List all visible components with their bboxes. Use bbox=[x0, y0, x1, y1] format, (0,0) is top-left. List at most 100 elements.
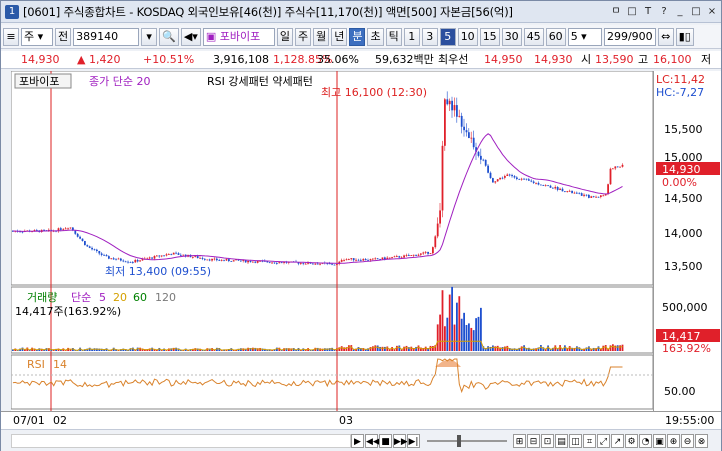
candle-body bbox=[199, 257, 201, 259]
candle-body bbox=[391, 257, 393, 258]
text-icon[interactable]: T bbox=[641, 4, 655, 19]
window-title: [0601] 주식종합차트 - KOSDAQ 외국인보유[46(천)] 주식수[… bbox=[23, 4, 513, 19]
candle-body bbox=[520, 178, 523, 180]
horizontal-scrollbar[interactable] bbox=[11, 433, 351, 448]
help-icon[interactable]: ? bbox=[657, 4, 671, 19]
candle-body bbox=[220, 259, 223, 261]
candle-body bbox=[420, 253, 422, 255]
period-minute[interactable]: 분 bbox=[349, 27, 366, 46]
tool-icon-12[interactable]: ⊕ bbox=[667, 433, 680, 448]
zoom-icon[interactable]: ⇔ bbox=[657, 27, 674, 46]
code-dropdown-icon[interactable]: ▾ bbox=[141, 27, 158, 46]
interval-45[interactable]: 45 bbox=[523, 27, 544, 46]
tool-icon-3[interactable]: ⊡ bbox=[541, 433, 554, 448]
price-panel-tab-label[interactable]: 포바이포 bbox=[19, 75, 59, 88]
candle-body bbox=[506, 174, 509, 177]
speaker-icon[interactable]: ◀▾ bbox=[180, 27, 201, 46]
candle-body bbox=[547, 185, 549, 187]
zoom-slider-thumb[interactable] bbox=[457, 434, 461, 447]
tool-icon-8[interactable]: ↗ bbox=[611, 433, 624, 448]
volume-bar bbox=[446, 317, 449, 351]
candle-body bbox=[312, 263, 314, 265]
stock-name-tab[interactable]: ▣ 포바이포 bbox=[202, 27, 275, 46]
tool-icon-2[interactable]: ⊟ bbox=[527, 433, 540, 448]
tool-icon-9[interactable]: ⚙ bbox=[625, 433, 638, 448]
count-input[interactable]: 299/900 bbox=[603, 27, 656, 46]
period-day[interactable]: 일 bbox=[276, 27, 293, 46]
chart-canvas[interactable]: 포바이포 종가 단순 20 RSI 강세패턴 약세패턴 최고 16,100 (1… bbox=[10, 70, 654, 411]
tool-icon-11[interactable]: ▣ bbox=[653, 433, 666, 448]
candle-body bbox=[619, 166, 621, 168]
volume-bar bbox=[612, 344, 614, 351]
candle-body bbox=[355, 259, 357, 261]
tool-icon-10[interactable]: ◔ bbox=[639, 433, 652, 448]
tool-icon-7[interactable]: ⤢ bbox=[597, 433, 610, 448]
period-month[interactable]: 월 bbox=[313, 27, 330, 46]
candle-body bbox=[225, 259, 228, 261]
end-icon[interactable]: ▶| bbox=[407, 433, 420, 448]
interval-select[interactable]: 5 ▾ bbox=[567, 27, 602, 46]
interval-60[interactable]: 60 bbox=[545, 27, 566, 46]
interval-3[interactable]: 3 bbox=[421, 27, 438, 46]
menu-icon[interactable]: ≡ bbox=[3, 27, 19, 46]
tool-icon-5[interactable]: ◫ bbox=[569, 433, 582, 448]
candle-icon[interactable]: ▮▯ bbox=[675, 27, 694, 46]
candle-body bbox=[153, 256, 156, 259]
period-tick[interactable]: 틱 bbox=[385, 27, 402, 46]
candle-body bbox=[393, 256, 396, 258]
candle-body bbox=[396, 256, 398, 257]
tool-icon-1[interactable]: ⊞ bbox=[513, 433, 526, 448]
candle-body bbox=[511, 175, 513, 177]
candle-body bbox=[228, 259, 230, 262]
x-label-0701: 07/01 bbox=[13, 414, 45, 427]
tool-icon-4[interactable]: ▤ bbox=[555, 433, 568, 448]
interval-5[interactable]: 5 bbox=[439, 27, 456, 46]
candle-body bbox=[588, 194, 590, 198]
layout-icon[interactable]: □ bbox=[625, 4, 639, 19]
volume-ma-line bbox=[12, 340, 623, 351]
y-tick-14500: 14,500 bbox=[664, 192, 703, 205]
period-year[interactable]: 년 bbox=[331, 27, 348, 46]
period-second[interactable]: 초 bbox=[367, 27, 384, 46]
forward-icon[interactable]: ▶▶ bbox=[393, 433, 408, 448]
candle-body bbox=[523, 178, 525, 180]
maximize-icon[interactable]: □ bbox=[689, 4, 703, 19]
candle-body bbox=[609, 168, 612, 185]
low-note: 최저 13,400 (09:55) bbox=[105, 265, 211, 278]
interval-1[interactable]: 1 bbox=[403, 27, 420, 46]
tool-icon-14[interactable]: ⊗ bbox=[695, 433, 708, 448]
play-icon[interactable]: ▶ bbox=[351, 433, 364, 448]
interval-10[interactable]: 10 bbox=[457, 27, 478, 46]
trade-amount: 59,632백만 bbox=[375, 53, 434, 66]
zoom-slider[interactable] bbox=[427, 434, 507, 447]
candle-body bbox=[357, 259, 360, 261]
period-select[interactable]: 주 ▾ bbox=[21, 27, 53, 46]
open-price: 13,590 bbox=[595, 53, 634, 66]
volume-bar bbox=[619, 345, 621, 351]
candle-body bbox=[518, 178, 521, 180]
minimize-icon[interactable]: _ bbox=[673, 4, 687, 19]
candle-body bbox=[573, 192, 576, 194]
candle-body bbox=[124, 261, 127, 263]
rsi-pattern-label: RSI 강세패턴 약세패턴 bbox=[207, 74, 313, 88]
candle-body bbox=[115, 259, 117, 261]
interval-30[interactable]: 30 bbox=[501, 27, 522, 46]
stock-code-input[interactable]: 389140 bbox=[73, 27, 140, 46]
candle-body bbox=[595, 196, 597, 198]
mode-label[interactable]: 전 bbox=[55, 27, 72, 46]
tool-icon-6[interactable]: ⌗ bbox=[583, 433, 596, 448]
rewind-icon[interactable]: ◀◀ bbox=[365, 433, 380, 448]
interval-15[interactable]: 15 bbox=[479, 27, 500, 46]
close-icon[interactable]: × bbox=[705, 4, 719, 19]
chart-svg[interactable]: 포바이포 종가 단순 20 RSI 강세패턴 약세패턴 최고 16,100 (1… bbox=[10, 70, 654, 411]
candle-body bbox=[93, 249, 96, 251]
candle-body bbox=[516, 177, 518, 179]
link-icon[interactable]: ㅁ bbox=[609, 4, 623, 19]
volume-bar bbox=[453, 324, 456, 351]
tool-icon-13[interactable]: ⊖ bbox=[681, 433, 694, 448]
candle-body bbox=[451, 100, 453, 111]
period-week[interactable]: 주 bbox=[294, 27, 312, 46]
search-icon[interactable]: 🔍 bbox=[159, 27, 179, 46]
stop-icon[interactable]: ■ bbox=[379, 433, 392, 448]
volume-bar bbox=[468, 323, 470, 351]
